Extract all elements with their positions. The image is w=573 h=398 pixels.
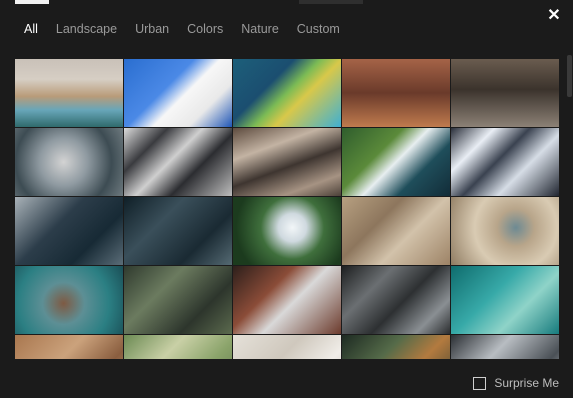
wallpaper-thumbnail[interactable] [342, 59, 450, 127]
wallpaper-thumbnail[interactable] [451, 197, 559, 265]
top-center-tab-indicator [299, 0, 363, 4]
tab-colors[interactable]: Colors [187, 21, 223, 37]
wallpaper-thumbnail[interactable] [15, 197, 123, 265]
wallpaper-thumbnail[interactable] [124, 197, 232, 265]
wallpaper-thumbnail[interactable] [342, 335, 450, 359]
surprise-me-toggle[interactable]: Surprise Me [473, 376, 559, 390]
surprise-me-checkbox[interactable] [473, 376, 487, 390]
tab-landscape[interactable]: Landscape [56, 21, 117, 37]
tab-custom[interactable]: Custom [297, 21, 340, 37]
wallpaper-thumbnail[interactable] [15, 59, 123, 127]
category-tabs: All Landscape Urban Colors Nature Custom [24, 21, 358, 37]
top-left-tab-indicator [15, 0, 49, 4]
close-icon[interactable]: ✕ [545, 7, 563, 25]
wallpaper-thumbnail[interactable] [124, 335, 232, 359]
scrollbar-track[interactable] [567, 59, 573, 359]
wallpaper-thumbnail[interactable] [15, 266, 123, 334]
scrollbar-thumb[interactable] [567, 55, 572, 97]
wallpaper-thumbnail[interactable] [451, 59, 559, 127]
wallpaper-thumbnail[interactable] [342, 266, 450, 334]
wallpaper-thumbnail[interactable] [233, 197, 341, 265]
wallpaper-grid [15, 59, 559, 359]
wallpaper-thumbnail[interactable] [342, 128, 450, 196]
wallpaper-thumbnail[interactable] [124, 128, 232, 196]
wallpaper-thumbnail[interactable] [451, 128, 559, 196]
wallpaper-thumbnail[interactable] [342, 197, 450, 265]
tab-urban[interactable]: Urban [135, 21, 169, 37]
wallpaper-thumbnail[interactable] [15, 335, 123, 359]
tab-all[interactable]: All [24, 21, 38, 37]
tab-nature[interactable]: Nature [241, 21, 279, 37]
wallpaper-thumbnail[interactable] [15, 128, 123, 196]
wallpaper-thumbnail[interactable] [451, 335, 559, 359]
wallpaper-thumbnail[interactable] [124, 266, 232, 334]
surprise-me-label: Surprise Me [494, 376, 559, 390]
wallpaper-thumbnail[interactable] [233, 59, 341, 127]
wallpaper-thumbnail[interactable] [233, 266, 341, 334]
wallpaper-thumbnail[interactable] [124, 59, 232, 127]
wallpaper-thumbnail[interactable] [233, 128, 341, 196]
wallpaper-thumbnail[interactable] [451, 266, 559, 334]
wallpaper-thumbnail[interactable] [233, 335, 341, 359]
